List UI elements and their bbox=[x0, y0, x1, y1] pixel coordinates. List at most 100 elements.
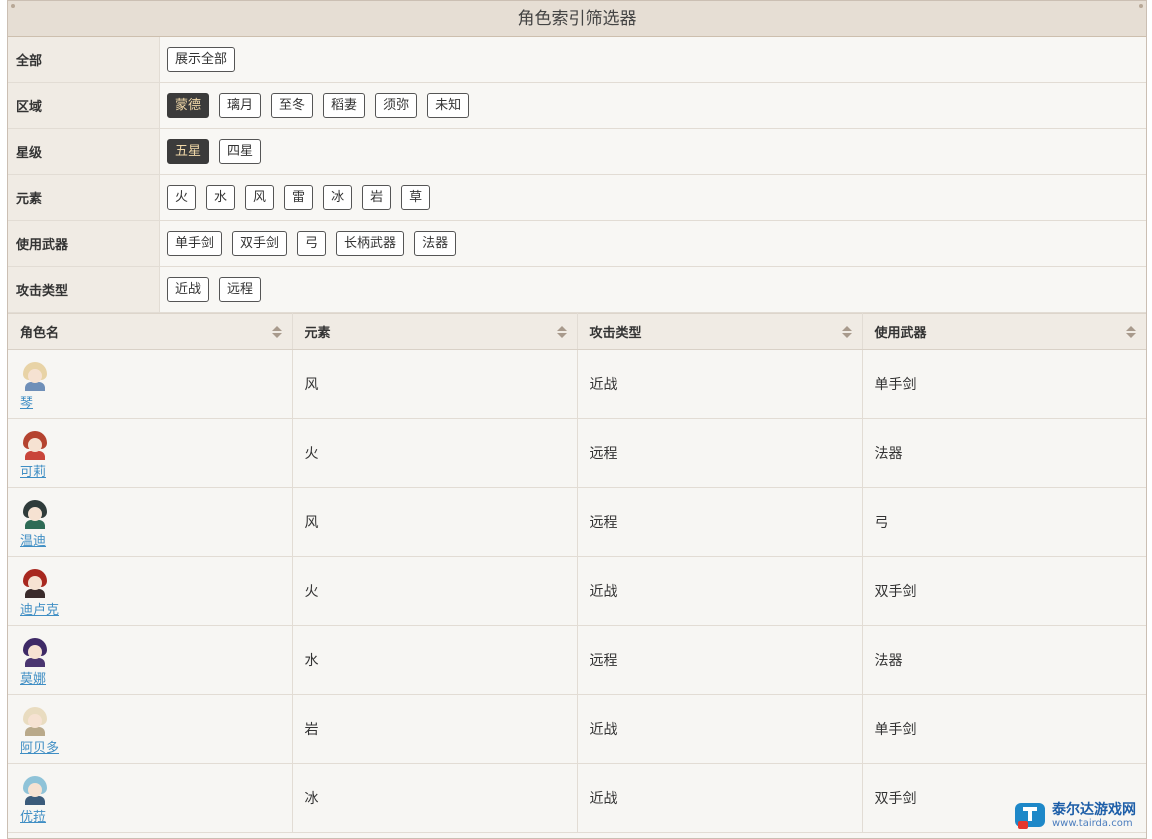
filter-option-button[interactable]: 风 bbox=[245, 185, 275, 210]
character-cell: 莫娜 bbox=[8, 625, 293, 695]
filter-options: 单手剑 双手剑弓长柄武器 法器 bbox=[160, 221, 1146, 266]
filter-option-button[interactable]: 四星 bbox=[219, 139, 262, 164]
filter-option-button[interactable]: 单手剑 bbox=[167, 231, 223, 256]
weapon-cell: 弓 bbox=[862, 487, 1146, 557]
table-header-row: 角色名 元素 攻击类型 使用武器 bbox=[8, 313, 1146, 350]
filter-option-button[interactable]: 稻妻 bbox=[323, 93, 366, 118]
table-body: 琴风近战 单手剑 可莉火远程 法器 温迪风远程弓迪卢克火近战 双手剑 莫娜水远程 法器 阿贝多岩… bbox=[8, 349, 1146, 833]
filter-option-button[interactable]: 须弥 bbox=[375, 93, 418, 118]
filter-option-button[interactable]: 双手剑 bbox=[232, 231, 288, 256]
character-avatar[interactable] bbox=[20, 568, 50, 598]
filter-rows: 全部 展示全部 区域 蒙德 璃月 至冬 稻妻 须弥 未知 星级 五星 四星 元素火水风雷冰岩草使用武器单… bbox=[8, 37, 1146, 313]
character-name-link[interactable]: 阿贝多 bbox=[20, 737, 292, 756]
filter-option-button[interactable]: 璃月 bbox=[219, 93, 262, 118]
weapon-cell: 双手剑 bbox=[862, 556, 1146, 626]
filter-options: 五星 四星 bbox=[160, 129, 1146, 174]
filter-label: 星级 bbox=[8, 129, 160, 174]
watermark-url: www.tairda.com bbox=[1052, 818, 1133, 829]
filter-option-button[interactable]: 岩 bbox=[362, 185, 392, 210]
column-header-element[interactable]: 元素 bbox=[292, 313, 578, 350]
attack-type-cell: 远程 bbox=[577, 418, 863, 488]
filter-option-button[interactable]: 冰 bbox=[323, 185, 353, 210]
character-avatar[interactable] bbox=[20, 706, 50, 736]
character-avatar[interactable] bbox=[20, 499, 50, 529]
element-cell: 火 bbox=[292, 556, 578, 626]
weapon-cell: 单手剑 bbox=[862, 349, 1146, 419]
filter-option-button[interactable]: 远程 bbox=[219, 277, 262, 302]
watermark-logo-icon bbox=[1014, 801, 1048, 831]
character-cell: 可莉 bbox=[8, 418, 293, 488]
character-cell: 琴 bbox=[8, 349, 293, 419]
attack-type-cell: 远程 bbox=[577, 625, 863, 695]
filter-option-button[interactable]: 五星 bbox=[167, 139, 210, 164]
sort-icon[interactable] bbox=[271, 326, 282, 340]
column-header-weapon[interactable]: 使用武器 bbox=[862, 313, 1146, 350]
character-avatar[interactable] bbox=[20, 775, 50, 805]
attack-type-cell: 远程 bbox=[577, 487, 863, 557]
character-name-link[interactable]: 优菈 bbox=[20, 806, 292, 825]
attack-type-cell: 近战 bbox=[577, 349, 863, 419]
filter-row: 星级 五星 四星 bbox=[8, 129, 1146, 175]
filter-option-button[interactable]: 近战 bbox=[167, 277, 210, 302]
sort-icon[interactable] bbox=[1126, 326, 1136, 340]
attack-type-cell: 近战 bbox=[577, 556, 863, 626]
character-name-link[interactable]: 可莉 bbox=[20, 461, 292, 480]
character-table: 角色名 元素 攻击类型 使用武器 琴风近战 单手剑 可莉火远程 法器 温迪风远程弓迪卢克… bbox=[8, 313, 1146, 833]
table-row: 琴风近战 单手剑 bbox=[8, 349, 1146, 419]
watermark-name: 泰尔达游戏网 bbox=[1052, 802, 1136, 818]
table-row: 优菈冰近战 双手剑 bbox=[8, 763, 1146, 833]
character-name-link[interactable]: 琴 bbox=[20, 392, 292, 411]
element-cell: 风 bbox=[292, 349, 578, 419]
filter-options: 火水风雷冰岩草 bbox=[160, 175, 1146, 220]
filter-option-button[interactable]: 展示全部 bbox=[167, 47, 236, 72]
filter-option-button[interactable]: 火 bbox=[167, 185, 197, 210]
filter-label: 攻击类型 bbox=[8, 267, 160, 312]
filter-row: 使用武器 单手剑 双手剑弓长柄武器 法器 bbox=[8, 221, 1146, 267]
weapon-cell: 法器 bbox=[862, 625, 1146, 695]
corner-decoration bbox=[11, 4, 15, 8]
table-row: 迪卢克火近战 双手剑 bbox=[8, 556, 1146, 626]
character-avatar[interactable] bbox=[20, 361, 50, 391]
table-row: 莫娜水远程 法器 bbox=[8, 625, 1146, 695]
sort-icon[interactable] bbox=[556, 326, 567, 340]
character-avatar[interactable] bbox=[20, 430, 50, 460]
filter-option-button[interactable]: 未知 bbox=[427, 93, 470, 118]
filter-options: 近战 远程 bbox=[160, 267, 1146, 312]
character-cell: 阿贝多 bbox=[8, 694, 293, 764]
element-cell: 冰 bbox=[292, 763, 578, 833]
panel-title-bar: 角色索引筛选器 bbox=[8, 1, 1146, 37]
character-name-link[interactable]: 温迪 bbox=[20, 530, 292, 549]
filter-option-button[interactable]: 至冬 bbox=[271, 93, 314, 118]
table-row: 阿贝多岩近战 单手剑 bbox=[8, 694, 1146, 764]
filter-label: 区域 bbox=[8, 83, 160, 128]
character-avatar[interactable] bbox=[20, 637, 50, 667]
sort-icon[interactable] bbox=[841, 326, 852, 340]
filter-option-button[interactable]: 草 bbox=[401, 185, 431, 210]
filter-option-button[interactable]: 蒙德 bbox=[167, 93, 210, 118]
column-header-name[interactable]: 角色名 bbox=[8, 313, 293, 350]
filter-label: 全部 bbox=[8, 37, 160, 82]
element-cell: 风 bbox=[292, 487, 578, 557]
character-cell: 温迪 bbox=[8, 487, 293, 557]
panel-title: 角色索引筛选器 bbox=[517, 9, 637, 29]
column-header-attack-type[interactable]: 攻击类型 bbox=[577, 313, 863, 350]
filter-option-button[interactable]: 长柄武器 bbox=[336, 231, 405, 256]
filter-label: 使用武器 bbox=[8, 221, 160, 266]
table-row: 可莉火远程 法器 bbox=[8, 418, 1146, 488]
corner-decoration bbox=[1139, 4, 1143, 8]
weapon-cell: 法器 bbox=[862, 418, 1146, 488]
character-name-link[interactable]: 莫娜 bbox=[20, 668, 292, 687]
site-watermark: 泰尔达游戏网 www.tairda.com bbox=[1014, 797, 1146, 835]
filter-option-button[interactable]: 雷 bbox=[284, 185, 314, 210]
table-row: 温迪风远程弓 bbox=[8, 487, 1146, 557]
filter-option-button[interactable]: 水 bbox=[206, 185, 236, 210]
filter-options: 蒙德 璃月 至冬 稻妻 须弥 未知 bbox=[160, 83, 1146, 128]
attack-type-cell: 近战 bbox=[577, 694, 863, 764]
attack-type-cell: 近战 bbox=[577, 763, 863, 833]
filter-option-button[interactable]: 弓 bbox=[297, 231, 327, 256]
filter-option-button[interactable]: 法器 bbox=[414, 231, 457, 256]
weapon-cell: 单手剑 bbox=[862, 694, 1146, 764]
filter-row: 区域 蒙德 璃月 至冬 稻妻 须弥 未知 bbox=[8, 83, 1146, 129]
character-name-link[interactable]: 迪卢克 bbox=[20, 599, 292, 618]
filter-label: 元素 bbox=[8, 175, 160, 220]
